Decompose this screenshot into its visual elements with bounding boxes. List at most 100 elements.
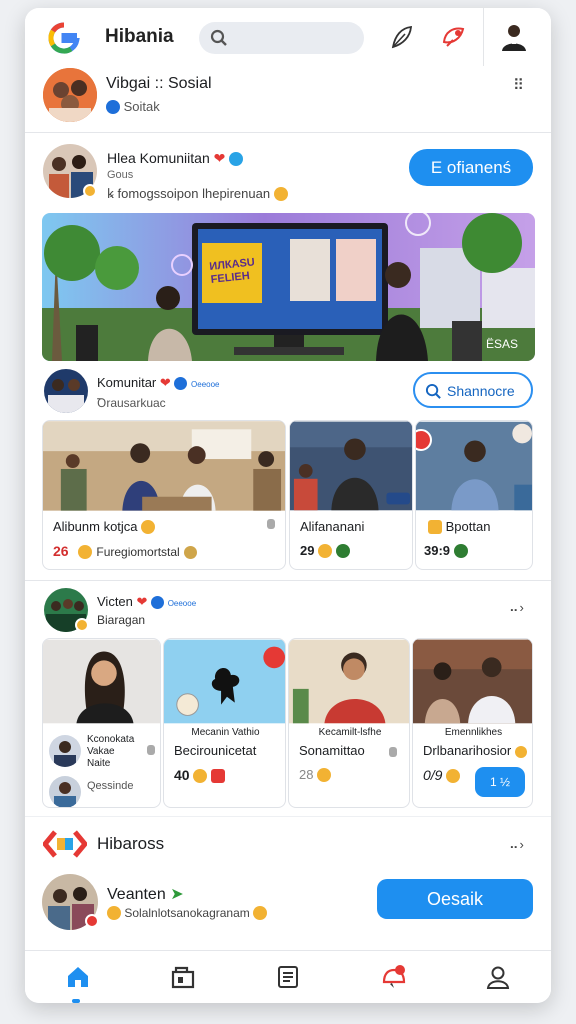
featured-banner[interactable]: ИЛКАSU FELIEH ЁSAS: [42, 213, 535, 361]
post-author-name: Victen: [97, 594, 133, 609]
video-thumbnail: [290, 421, 412, 511]
join-button[interactable]: Oesaik: [377, 879, 533, 919]
reaction-count: 26: [53, 543, 69, 559]
video-card[interactable]: Kecamilt-lsfhe Sonamittao 28: [288, 638, 410, 808]
post-tag: Oeeooe: [167, 599, 197, 608]
more-options-icon[interactable]: ⠤›: [509, 837, 525, 853]
post-caption: ꝃ fomogssoipon lhepirenuan: [107, 184, 288, 202]
video-card[interactable]: Mecanin Vathio Becirounicetat 40: [163, 638, 286, 808]
post-author: Veanten ➤: [107, 884, 184, 904]
video-card[interactable]: Alifananani 29: [289, 420, 413, 570]
divider: [25, 580, 551, 581]
post-caption-text: Solalnlotsanokagranam: [124, 906, 250, 920]
emoji-icon: [318, 544, 333, 558]
profile-subtitle: Soitak: [106, 99, 160, 114]
leaf-icon: ➤: [170, 886, 184, 903]
nav-notifications[interactable]: [340, 951, 445, 1003]
group-avatar[interactable]: [43, 68, 97, 122]
section-logo: [41, 828, 89, 860]
emoji-icon: [453, 544, 468, 558]
post-meta: Gous: [107, 169, 134, 181]
video-thumbnail: [164, 639, 285, 724]
post-author: Hlea Komuniitan ❤: [107, 150, 244, 167]
video-thumbnail: [289, 639, 409, 724]
status-badge: [83, 184, 97, 198]
mini-avatar: [49, 735, 81, 767]
reaction-count: 28: [299, 767, 314, 782]
emoji-icon: [446, 769, 461, 783]
card-meta-text: Furegiomortstal: [96, 545, 180, 559]
bookmark-icon[interactable]: [389, 747, 397, 757]
emoji-icon: [273, 187, 288, 201]
video-card[interactable]: Alibunm kotjca 26 Furegiomortstal: [42, 420, 286, 570]
card-title: Alibunm kotjca: [53, 519, 156, 534]
nav-store[interactable]: [130, 951, 235, 1003]
section-title: Hibaross: [97, 834, 165, 853]
card-meta: 40: [174, 767, 226, 783]
card-meta: 29: [300, 543, 350, 558]
more-options-icon[interactable]: ⠤›: [509, 600, 525, 616]
store-icon: [171, 966, 195, 989]
search-input[interactable]: [199, 22, 364, 54]
reaction-count: 29: [300, 543, 315, 558]
nav-profile[interactable]: [445, 951, 550, 1003]
home-icon: [68, 967, 88, 987]
divider: [25, 132, 551, 133]
nav-home[interactable]: [25, 951, 130, 1003]
divider: [25, 816, 551, 817]
card-meta: 26 Furegiomortstal: [53, 543, 197, 559]
news-icon: [278, 966, 298, 988]
emoji-icon: [141, 520, 156, 534]
feather-icon[interactable]: [387, 22, 417, 52]
post-author-name: Veanten: [107, 886, 166, 903]
card-meta: 0/9: [423, 767, 461, 783]
emoji-icon: [107, 906, 121, 920]
video-thumbnail: [43, 639, 160, 724]
share-button-label: Shannocre: [447, 383, 515, 399]
more-options-icon[interactable]: ⠿: [513, 76, 525, 94]
card-title: Sonamittao: [299, 743, 365, 758]
nav-news[interactable]: [235, 951, 340, 1003]
reaction-count: 39:9: [424, 543, 451, 558]
coin-icon: [183, 546, 197, 559]
app-screen: Hibania Vibgai :: Sosial Soitak ⠿ Hlea K…: [25, 8, 551, 1003]
emoji-icon: [253, 906, 268, 920]
card-meta: 28: [299, 767, 332, 782]
card-author-line: Vakae: [87, 746, 115, 757]
card-title: Drlbanarihosior: [423, 743, 527, 758]
post-meta: Ꝺrausarkuac: [97, 396, 166, 410]
app-logo[interactable]: [47, 21, 81, 55]
heart-icon: ❤: [213, 150, 226, 166]
bookmark-icon[interactable]: [147, 745, 155, 755]
emoji-icon: [335, 544, 350, 558]
heart-icon: ❤: [136, 594, 148, 609]
video-card[interactable]: Emennlikhes Drlbanarihosior 0/9 1 ½: [412, 638, 533, 808]
heart-icon: ❤: [159, 375, 171, 390]
card-title: Alifananani: [300, 519, 365, 534]
card-subtitle: Mecanin Vathio: [191, 727, 260, 738]
verified-icon: [229, 152, 244, 166]
profile-icon: [486, 966, 510, 989]
video-card[interactable]: Bpottan 39:9: [415, 420, 533, 570]
reply-button[interactable]: 1 ½: [475, 767, 525, 797]
app-title: Hibania: [105, 26, 174, 47]
status-badge: [85, 914, 99, 928]
card-subtitle: Emennlikhes: [444, 727, 503, 738]
post-caption: Solalnlotsanokagranam: [107, 906, 268, 920]
user-avatar-icon[interactable]: [499, 21, 529, 51]
notification-icon[interactable]: [439, 22, 469, 52]
active-indicator: [72, 999, 80, 1003]
post-meta: Biaragan: [97, 613, 146, 627]
verified-icon: [174, 377, 188, 390]
share-button[interactable]: Shannocre: [413, 372, 533, 408]
video-card[interactable]: Kconokata Vakae Naite Qessinde: [42, 638, 161, 808]
follow-button[interactable]: Е ofianenś: [409, 149, 533, 186]
mini-avatar: [49, 776, 81, 807]
post-caption-text: ꝃ fomogssoipon lhepirenuan: [107, 186, 271, 201]
banner-badge: ЁSAS: [486, 337, 519, 351]
post-avatar[interactable]: [44, 369, 88, 413]
bookmark-icon[interactable]: [267, 519, 275, 529]
reaction-count: 0/9: [423, 767, 443, 783]
verified-icon: [151, 596, 165, 609]
card-title: Becirounicetat: [174, 743, 257, 758]
